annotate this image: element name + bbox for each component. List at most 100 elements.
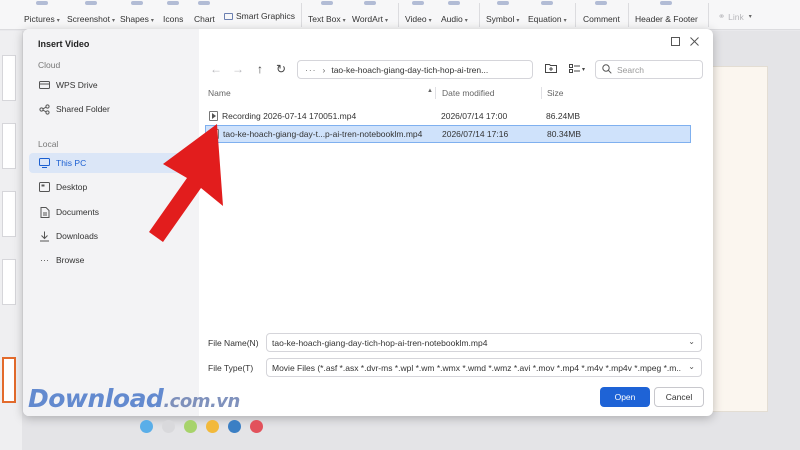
shapes-icon [130, 1, 143, 5]
link-icon: ⚭ [718, 11, 726, 21]
column-divider[interactable] [541, 87, 542, 99]
slide-thumbnail[interactable] [2, 259, 16, 305]
new-folder-button[interactable] [543, 61, 559, 77]
annotation-arrow-icon [149, 124, 223, 242]
file-type-select[interactable]: Movie Files (*.asf *.asx *.dvr-ms *.wpl … [266, 358, 702, 377]
comment-button[interactable]: Comment [583, 0, 620, 30]
file-size: 80.34MB [547, 129, 582, 139]
ribbon-separator [708, 3, 709, 27]
ribbon-separator [398, 3, 399, 27]
back-button[interactable]: ← [208, 61, 224, 77]
slide-canvas[interactable] [712, 66, 768, 412]
chevron-down-icon[interactable]: ⌄ [688, 337, 695, 346]
local-section-header: Local [38, 139, 59, 149]
icons-icon [167, 1, 180, 5]
screenshot-button[interactable]: Screenshot ▾ [67, 0, 115, 30]
refresh-icon: ↻ [275, 62, 287, 76]
file-name-label: File Name(N) [208, 338, 259, 348]
text-box-icon [320, 1, 333, 5]
close-button[interactable] [687, 36, 701, 50]
document-icon [39, 206, 50, 218]
file-row[interactable]: Recording 2026-07-14 170051.mp4 2026/07/… [205, 107, 691, 125]
smart-graphics-button[interactable]: Smart Graphics [224, 11, 295, 21]
download-icon [39, 231, 50, 242]
sort-ascending-icon: ▲ [427, 88, 433, 94]
open-button[interactable]: Open [600, 387, 650, 407]
path-segment[interactable]: tao-ke-hoach-giang-day-tich-hop-ai-tren.… [331, 65, 488, 75]
ribbon-separator [575, 3, 576, 27]
maximize-icon [670, 37, 680, 49]
equation-button[interactable]: Equation ▾ [528, 0, 567, 30]
column-header-size[interactable]: Size [547, 88, 564, 98]
sidebar-item-wps-drive[interactable]: WPS Drive [29, 75, 193, 95]
close-icon [689, 37, 699, 49]
arrow-left-icon: ← [210, 62, 222, 76]
shapes-button[interactable]: Shapes ▾ [120, 0, 154, 30]
header-footer-icon [660, 1, 673, 5]
sidebar-item-shared-folder[interactable]: Shared Folder [29, 99, 193, 119]
ribbon-toolbar: Pictures ▾ Screenshot ▾ Shapes ▾ Icons Char… [0, 0, 800, 30]
up-button[interactable]: ↑ [252, 61, 268, 77]
chevron-down-icon[interactable]: ⌄ [688, 362, 695, 371]
more-icon: ··· [40, 255, 49, 265]
file-date: 2026/07/14 17:16 [442, 129, 509, 139]
picture-icon [35, 1, 48, 5]
video-button[interactable]: Video ▾ [405, 0, 432, 30]
desktop-icon [39, 182, 50, 193]
screenshot-icon [85, 1, 97, 5]
symbol-button[interactable]: Symbol ▾ [486, 0, 519, 30]
slide-thumbnail-selected[interactable] [2, 357, 16, 403]
cancel-button[interactable]: Cancel [654, 387, 704, 407]
pictures-button[interactable]: Pictures ▾ [24, 0, 60, 30]
file-size: 86.24MB [546, 111, 581, 121]
watermark-dot [206, 420, 219, 433]
slide-thumbnail[interactable] [2, 123, 16, 169]
symbol-icon [496, 1, 509, 5]
chart-icon [198, 1, 211, 5]
share-icon [39, 103, 50, 115]
search-placeholder: Search [617, 64, 644, 75]
maximize-button[interactable] [668, 36, 682, 50]
slide-thumbnail[interactable] [2, 55, 16, 101]
forward-button[interactable]: → [230, 61, 246, 77]
slide-thumbnail[interactable] [2, 191, 16, 237]
column-header-date[interactable]: Date modified [442, 88, 494, 98]
chart-button[interactable]: Chart [194, 0, 215, 30]
ribbon-separator [479, 3, 480, 27]
refresh-button[interactable]: ↻ [273, 61, 289, 77]
icons-button[interactable]: Icons [163, 0, 183, 30]
equation-icon [541, 1, 554, 5]
arrow-up-icon: ↑ [257, 62, 263, 76]
link-button[interactable]: ⚭ Link ▾ [718, 11, 752, 22]
file-name: Recording 2026-07-14 170051.mp4 [222, 111, 357, 121]
file-name: tao-ke-hoach-giang-day-t...p-ai-tren-not… [223, 129, 423, 139]
file-name-field[interactable]: tao-ke-hoach-giang-day-tich-hop-ai-tren-… [266, 333, 702, 352]
watermark-dot [184, 420, 197, 433]
search-icon [602, 63, 612, 76]
smart-graphics-icon [224, 12, 233, 20]
insert-video-dialog: Insert Video Cloud WPS Drive Shared Fold… [23, 29, 713, 416]
comment-icon [595, 1, 608, 5]
sidebar-item-browse[interactable]: ··· Browse [29, 250, 193, 270]
watermark-logo: Download.com.vn [28, 384, 240, 413]
monitor-icon [39, 158, 50, 169]
list-view-icon [568, 62, 580, 76]
file-type-label: File Type(T) [208, 363, 254, 373]
audio-button[interactable]: Audio ▾ [441, 0, 468, 30]
path-bar[interactable]: ··· › tao-ke-hoach-giang-day-tich-hop-ai… [297, 60, 533, 79]
column-header-name[interactable]: Name [208, 88, 231, 98]
column-divider[interactable] [435, 87, 436, 99]
chevron-right-icon: › [322, 64, 326, 75]
watermark-dot [228, 420, 241, 433]
more-icon: ··· [305, 64, 317, 75]
video-icon [412, 1, 425, 5]
view-mode-button[interactable]: ▾ [566, 61, 588, 77]
wordart-button[interactable]: WordArt ▾ [352, 0, 388, 30]
drive-icon [39, 80, 50, 91]
watermark-dot [162, 420, 175, 433]
header-footer-button[interactable]: Header & Footer [635, 0, 698, 30]
ribbon-separator [628, 3, 629, 27]
text-box-button[interactable]: Text Box ▾ [308, 0, 346, 30]
file-row-selected[interactable]: tao-ke-hoach-giang-day-t...p-ai-tren-not… [205, 125, 691, 143]
search-input[interactable]: Search [595, 60, 703, 79]
